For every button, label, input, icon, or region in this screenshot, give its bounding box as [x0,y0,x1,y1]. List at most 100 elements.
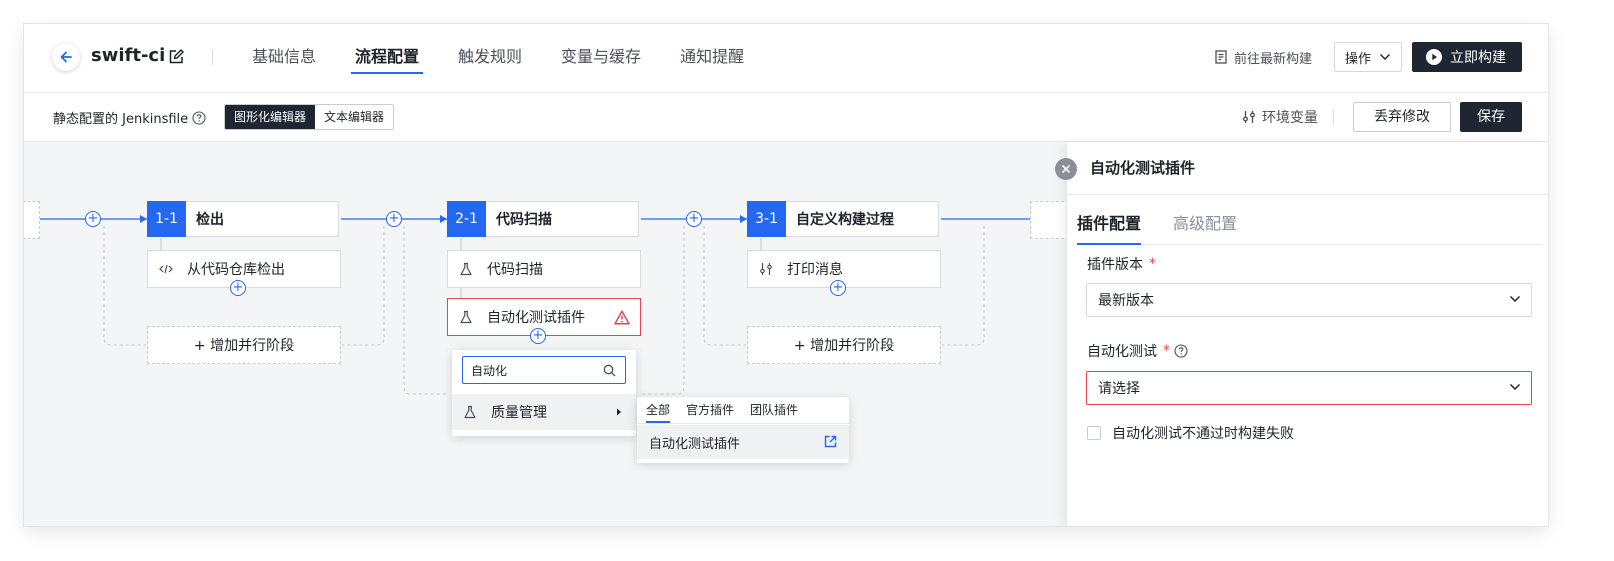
build-now-button[interactable]: 立即构建 [1412,42,1522,72]
plugin-version-select[interactable]: 最新版本 [1086,283,1532,317]
stage-custom-build[interactable]: 3-1 自定义构建过程 [747,200,939,237]
stage-number: 1-1 [147,200,186,237]
close-panel-button[interactable] [1055,158,1077,180]
help-circle-icon[interactable] [1174,344,1188,358]
tab-plugin-config[interactable]: 插件配置 [1077,204,1142,245]
tab-all-plugins[interactable]: 全部 [646,397,671,423]
jenkinsfile-label: 静态配置的 Jenkinsfile [53,108,206,127]
stage-code-scan[interactable]: 2-1 代码扫描 [447,200,639,237]
task-label: 打印消息 [787,262,843,278]
stage-title: 自定义构建过程 [796,212,894,228]
plugin-picker-dropdown: 质量管理 [452,350,636,436]
env-variables-link[interactable]: 环境变量 [1242,107,1318,127]
help-circle-icon[interactable] [192,110,206,125]
task-label: 自动化测试插件 [487,310,585,326]
stage-checkout[interactable]: 1-1 检出 [147,200,339,237]
external-link-icon[interactable] [824,435,837,448]
text-editor-option[interactable]: 文本编辑器 [315,105,394,129]
plugin-search-input[interactable] [471,363,601,377]
tab-variables-cache[interactable]: 变量与缓存 [561,24,641,92]
build-now-label: 立即构建 [1450,50,1506,66]
chevron-down-icon [1509,295,1521,303]
plugin-search-box [462,356,626,384]
auto-test-label: 自动化测试 * [1087,341,1188,361]
add-task-button[interactable]: + [530,328,546,344]
flask-icon [464,405,476,419]
plugin-version-value: 最新版本 [1098,293,1154,309]
tab-trigger-rules[interactable]: 触发规则 [458,24,522,92]
add-parallel-stage-button[interactable]: + 增加并行阶段 [747,326,941,364]
flask-icon [460,262,472,276]
main-tabs: 基础信息 流程配置 触发规则 变量与缓存 通知提醒 [252,24,783,92]
category-label: 质量管理 [491,405,547,421]
sliders-icon [760,263,772,275]
task-label: 从代码仓库检出 [187,262,285,278]
flask-icon [460,310,472,324]
panel-tabs: 插件配置 高级配置 [1077,204,1543,245]
tab-team-plugins[interactable]: 团队插件 [750,397,798,423]
close-icon [1061,164,1071,174]
required-mark: * [1163,343,1170,359]
project-name: swift-ci [91,45,166,66]
plugin-results-dropdown: 全部 官方插件 团队插件 自动化测试插件 [637,397,849,463]
pipeline-canvas[interactable]: + + + 1-1 检出 从代码仓库检出 + + 增加并行阶段 2-1 代码扫描… [24,142,1066,526]
tab-basic-info[interactable]: 基础信息 [252,24,316,92]
add-stage-button[interactable]: + [386,211,402,227]
code-icon [159,264,173,274]
operations-dropdown[interactable]: 操作 [1333,42,1402,72]
task-code-scan[interactable]: 代码扫描 [447,250,641,288]
auto-test-select[interactable]: 请选择 [1086,371,1532,405]
stage-number: 3-1 [747,200,786,237]
top-header: swift-ci 基础信息 流程配置 触发规则 变量与缓存 通知提醒 前往最新构… [24,24,1548,93]
editor-toolbar: 静态配置的 Jenkinsfile 图形化编辑器 文本编辑器 环境变量 丢弃修改 [24,93,1548,142]
document-icon [1215,50,1227,64]
tab-advanced-config[interactable]: 高级配置 [1173,204,1237,244]
plugin-category-quality[interactable]: 质量管理 [452,394,636,430]
task-label: 代码扫描 [487,262,543,278]
tab-pipeline-config[interactable]: 流程配置 [351,24,424,92]
env-variables-label: 环境变量 [1262,110,1318,126]
add-task-button[interactable]: + [830,280,846,296]
required-mark: * [1149,256,1156,272]
tab-notifications[interactable]: 通知提醒 [680,24,744,92]
goto-latest-build-label: 前往最新构建 [1233,51,1312,67]
chevron-down-icon [1509,383,1521,391]
jenkinsfile-text: 静态配置的 Jenkinsfile [53,112,189,127]
discard-changes-button[interactable]: 丢弃修改 [1353,102,1451,132]
app-window: swift-ci 基础信息 流程配置 触发规则 变量与缓存 通知提醒 前往最新构… [24,24,1548,526]
add-stage-button[interactable]: + [85,211,101,227]
plugin-version-text: 插件版本 [1087,257,1143,273]
caret-right-icon [617,408,621,416]
previous-stage-stub [24,201,40,239]
chevron-down-icon [1380,54,1390,60]
add-stage-button[interactable]: + [686,211,702,227]
save-button[interactable]: 保存 [1460,102,1522,132]
tab-official-plugins[interactable]: 官方插件 [686,397,734,423]
toolbar-divider [1333,109,1334,125]
add-parallel-stage-button[interactable]: + 增加并行阶段 [147,326,341,364]
auto-test-placeholder: 请选择 [1098,381,1140,397]
stage-number: 2-1 [447,200,486,237]
sliders-icon [1243,111,1255,123]
fail-on-test-failure-option: 自动化测试不通过时构建失败 [1087,423,1294,443]
plugin-result-item[interactable]: 自动化测试插件 [637,425,849,459]
next-stage-placeholder[interactable] [1030,201,1066,239]
panel-divider [1067,194,1548,195]
arrow-left-icon [60,51,72,63]
edit-icon[interactable] [167,48,185,66]
warning-icon [614,310,630,325]
stage-title: 代码扫描 [496,212,552,228]
stage-title: 检出 [196,212,224,228]
goto-latest-build-link[interactable]: 前往最新构建 [1214,48,1312,67]
search-icon [603,364,616,377]
header-actions: 前往最新构建 操作 立即构建 [1214,42,1522,72]
editor-mode-switch: 图形化编辑器 文本编辑器 [224,104,395,130]
back-button[interactable] [52,43,80,71]
fail-on-test-failure-checkbox[interactable] [1087,426,1101,440]
add-task-button[interactable]: + [230,280,246,296]
fail-on-test-failure-label: 自动化测试不通过时构建失败 [1112,426,1294,442]
panel-title: 自动化测试插件 [1090,159,1196,177]
graphical-editor-option[interactable]: 图形化编辑器 [225,105,316,129]
plugin-version-label: 插件版本 * [1087,254,1156,274]
header-divider [212,49,213,65]
